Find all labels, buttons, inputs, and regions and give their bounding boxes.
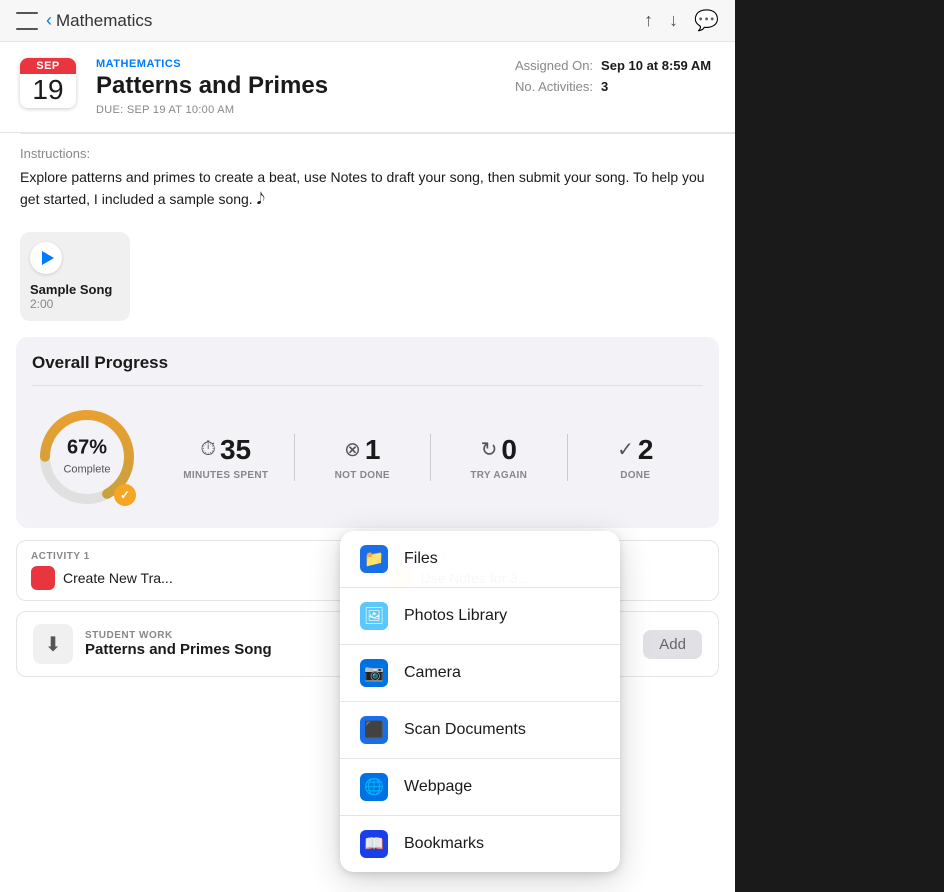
assignment-header: SEP 19 MATHEMATICS Patterns and Primes D… bbox=[0, 42, 735, 133]
photos-icon: 🖼 bbox=[360, 602, 388, 630]
add-button[interactable]: Add bbox=[643, 630, 702, 659]
assignment-title: Patterns and Primes bbox=[96, 72, 495, 100]
back-button[interactable]: ‹ Mathematics bbox=[46, 10, 152, 31]
nav-down-arrow[interactable]: ↓ bbox=[669, 10, 678, 31]
instructions-section: Instructions: Explore patterns and prime… bbox=[0, 134, 735, 224]
menu-item-camera[interactable]: 📷 Camera bbox=[340, 645, 620, 702]
progress-stats: 67% Complete ✓ ⏱ 35 MINUTES SPENT ⊗ bbox=[32, 402, 703, 512]
comment-icon[interactable]: 💬 bbox=[694, 8, 719, 33]
activities-value: 3 bbox=[601, 79, 608, 94]
assignment-subject: MATHEMATICS bbox=[96, 58, 495, 70]
donut-complete-label: Complete bbox=[63, 464, 110, 476]
assigned-label: Assigned On: bbox=[515, 58, 593, 73]
donut-center: 67% Complete bbox=[63, 437, 110, 478]
nav-title: Mathematics bbox=[56, 11, 152, 31]
bookmarks-icon: 📖 bbox=[360, 830, 388, 858]
instructions-text: Explore patterns and primes to create a … bbox=[20, 167, 715, 212]
calendar-month: SEP bbox=[20, 58, 76, 74]
done-icon: ✓ bbox=[617, 437, 634, 462]
progress-divider bbox=[32, 385, 703, 386]
clock-icon: ⏱ bbox=[200, 438, 216, 461]
back-chevron-icon: ‹ bbox=[46, 10, 52, 31]
music-note-icon: 𝅘𝅥𝅮 bbox=[257, 191, 265, 208]
play-icon bbox=[42, 251, 54, 265]
nav-right: ↑ ↓ 💬 bbox=[644, 8, 719, 33]
bookmarks-label: Bookmarks bbox=[404, 835, 484, 853]
try-again-value: 0 bbox=[501, 434, 517, 466]
activity-1-label: ACTIVITY 1 bbox=[31, 551, 347, 562]
progress-section: Overall Progress bbox=[16, 337, 719, 528]
activity-1-title: Create New Tra... bbox=[63, 570, 173, 586]
menu-item-files[interactable]: 📁 Files bbox=[340, 531, 620, 588]
calendar-icon: SEP 19 bbox=[20, 58, 76, 108]
done-stat: ✓ 2 DONE bbox=[568, 434, 704, 481]
assignment-meta: Assigned On: Sep 10 at 8:59 AM No. Activ… bbox=[515, 58, 715, 94]
main-panel: ‹ Mathematics ↑ ↓ 💬 SEP 19 MATHEMATICS P… bbox=[0, 0, 735, 892]
try-again-stat: ↻ 0 TRY AGAIN bbox=[431, 434, 568, 481]
done-value: 2 bbox=[638, 434, 654, 466]
dark-panel bbox=[735, 0, 944, 892]
donut-percent: 67% bbox=[63, 437, 110, 460]
sidebar-toggle[interactable] bbox=[16, 12, 38, 30]
camera-label: Camera bbox=[404, 664, 461, 682]
try-again-icon: ↻ bbox=[481, 437, 498, 462]
assigned-on-row: Assigned On: Sep 10 at 8:59 AM bbox=[515, 58, 711, 73]
done-label: DONE bbox=[620, 470, 650, 481]
nav-up-arrow[interactable]: ↑ bbox=[644, 10, 653, 31]
files-label: Files bbox=[404, 550, 438, 568]
scan-label: Scan Documents bbox=[404, 721, 526, 739]
menu-item-webpage[interactable]: 🌐 Webpage bbox=[340, 759, 620, 816]
student-work-icon: ⬇ bbox=[33, 624, 73, 664]
progress-title: Overall Progress bbox=[32, 353, 703, 373]
calendar-day: 19 bbox=[20, 74, 76, 108]
try-again-label: TRY AGAIN bbox=[470, 470, 527, 481]
not-done-label: NOT DONE bbox=[335, 470, 390, 481]
song-card[interactable]: Sample Song 2:00 bbox=[20, 232, 130, 321]
instructions-label: Instructions: bbox=[20, 146, 715, 161]
activities-row: No. Activities: 3 bbox=[515, 79, 608, 94]
not-done-value: 1 bbox=[365, 434, 381, 466]
nav-bar: ‹ Mathematics ↑ ↓ 💬 bbox=[0, 0, 735, 42]
minutes-spent-stat: ⏱ 35 MINUTES SPENT bbox=[158, 434, 295, 481]
minutes-label: MINUTES SPENT bbox=[183, 470, 268, 481]
assignment-due: DUE: SEP 19 AT 10:00 AM bbox=[96, 104, 495, 116]
assignment-info: MATHEMATICS Patterns and Primes DUE: SEP… bbox=[96, 58, 495, 116]
activity-card-1[interactable]: ACTIVITY 1 Create New Tra... bbox=[16, 540, 362, 601]
song-title: Sample Song bbox=[30, 282, 112, 297]
minutes-value: 35 bbox=[220, 434, 251, 466]
webpage-label: Webpage bbox=[404, 778, 472, 796]
camera-icon: 📷 bbox=[360, 659, 388, 687]
progress-donut: 67% Complete ✓ bbox=[32, 402, 142, 512]
photos-label: Photos Library bbox=[404, 607, 507, 625]
play-button[interactable] bbox=[30, 242, 62, 274]
activity-1-icon bbox=[31, 566, 55, 590]
not-done-icon: ⊗ bbox=[344, 437, 361, 462]
menu-item-scan[interactable]: ⬛ Scan Documents bbox=[340, 702, 620, 759]
menu-item-photos[interactable]: 🖼 Photos Library bbox=[340, 588, 620, 645]
song-duration: 2:00 bbox=[30, 297, 53, 311]
assigned-value: Sep 10 at 8:59 AM bbox=[601, 58, 711, 73]
webpage-icon: 🌐 bbox=[360, 773, 388, 801]
not-done-stat: ⊗ 1 NOT DONE bbox=[295, 434, 432, 481]
activities-label: No. Activities: bbox=[515, 79, 593, 94]
files-icon: 📁 bbox=[360, 545, 388, 573]
scan-icon: ⬛ bbox=[360, 716, 388, 744]
donut-check-icon: ✓ bbox=[114, 484, 136, 506]
context-menu: 📁 Files 🖼 Photos Library 📷 Camera ⬛ Scan… bbox=[340, 531, 620, 872]
stats-grid: ⏱ 35 MINUTES SPENT ⊗ 1 NOT DONE ↻ 0 bbox=[158, 434, 703, 481]
menu-item-bookmarks[interactable]: 📖 Bookmarks bbox=[340, 816, 620, 872]
